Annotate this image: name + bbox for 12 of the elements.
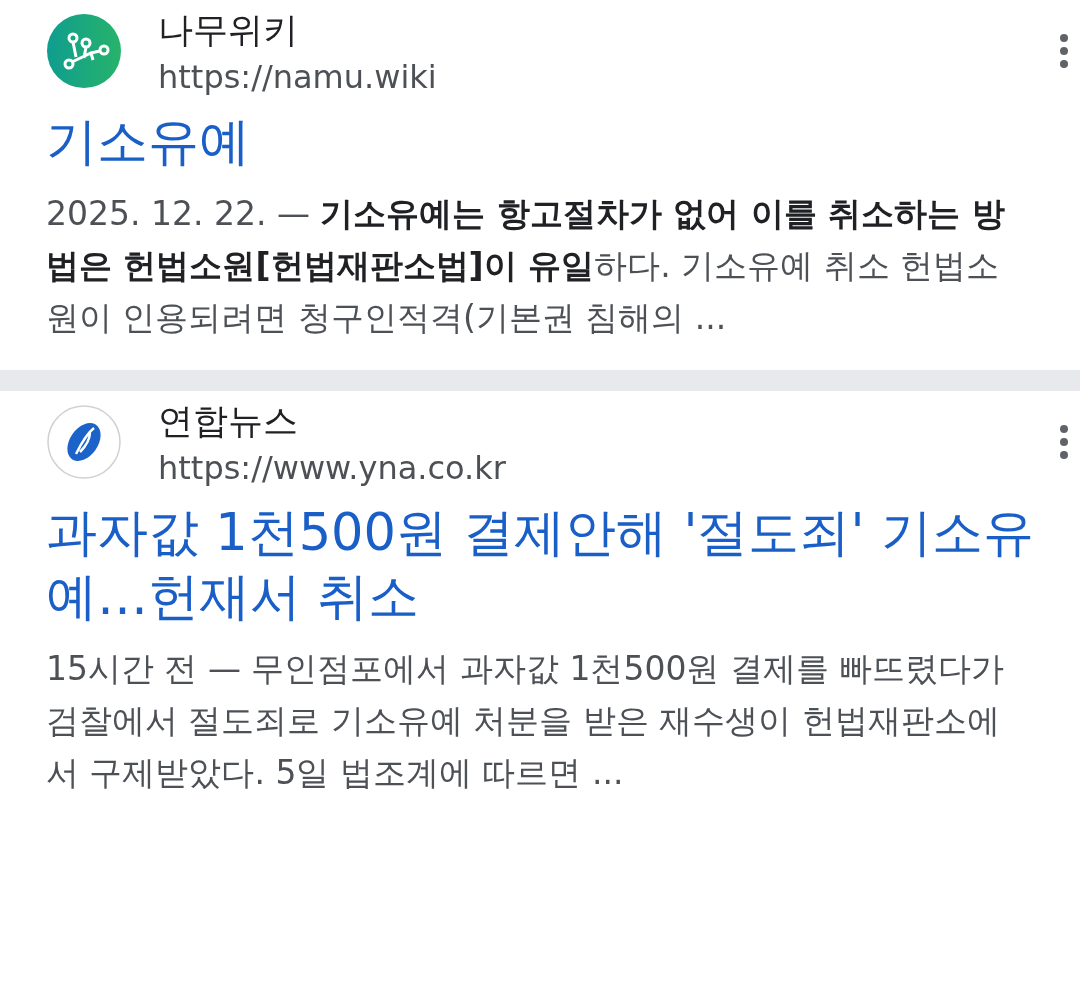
network-logo-icon <box>46 13 122 89</box>
more-options-icon[interactable] <box>1058 424 1070 460</box>
result-snippet: 15시간 전 — 무인점포에서 과자값 1천500원 결제를 빠뜨렸다가 검찰에서 절도죄로 기소유예 처분을 받은 재수생이 헌법재판소에서 구제받았다. 5일 법조계에 따르면 ... <box>46 648 1006 794</box>
result-title-link[interactable]: 기소유예 <box>46 110 1040 174</box>
site-name: 나무위키 <box>158 8 299 52</box>
site-url: https://www.yna.co.kr <box>158 448 507 487</box>
site-name: 연합뉴스 <box>158 399 299 443</box>
result-title-link[interactable]: 과자값 1천500원 결제안해 '절도죄' 기소유예…헌재서 취소 <box>46 501 1040 629</box>
site-url: https://namu.wiki <box>158 57 438 96</box>
more-options-icon[interactable] <box>1058 33 1070 69</box>
globe-logo-icon <box>46 404 122 480</box>
result-snippet: 2025. 12. 22. — 기소유예는 항고절차가 없어 이를 취소하는 방법은 헌법소원[헌법재판소법]이 유일하다. 기소유예 취소 헌법소원이 인용되려면 청구인적격(기본권 침해의 ... <box>46 193 1006 339</box>
